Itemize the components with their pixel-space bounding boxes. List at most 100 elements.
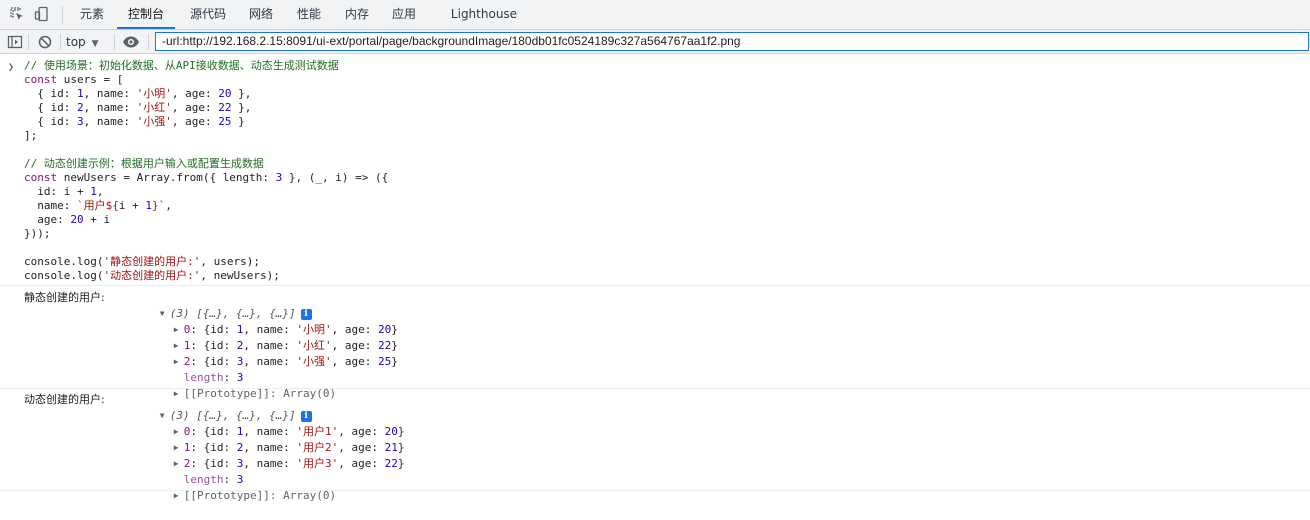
live-expression-eye-icon[interactable]: [122, 34, 139, 50]
code-token: }`: [151, 199, 166, 212]
code-token: }: [231, 115, 245, 128]
code-token: { id:: [24, 87, 77, 100]
array-item-row[interactable]: ▶ 2: {id: 3, name: '用户3', age: 22}: [134, 440, 405, 470]
array-item-row[interactable]: ▶ 0: {id: 1, name: '小明', age: 20}: [134, 306, 398, 336]
array-item-row[interactable]: ▶ 2: {id: 3, name: '小强', age: 25}: [134, 338, 398, 368]
code-token: 1: [145, 199, 152, 212]
tab-sources[interactable]: 源代码: [179, 0, 237, 29]
array-length-row: length: 3: [183, 371, 244, 384]
log-label: 静态创建的用户:: [24, 291, 105, 304]
code-token: }, (_, i) => ({: [282, 171, 389, 184]
code-token: , users);: [200, 255, 260, 268]
message-divider: [0, 388, 1310, 389]
code-token: }));: [24, 227, 51, 240]
code-line: }));: [24, 227, 51, 241]
code-token: console.log(: [24, 255, 104, 268]
tab-performance[interactable]: 性能: [288, 0, 330, 29]
message-divider: [0, 285, 1310, 286]
toolbar-divider: [60, 34, 61, 50]
code-token: { id:: [24, 101, 77, 114]
code-token: console.log(: [24, 269, 104, 282]
code-token: '静态创建的用户:': [103, 255, 201, 268]
code-token: i +: [118, 199, 146, 212]
select-element-icon[interactable]: [9, 6, 25, 22]
tab-lighthouse[interactable]: Lighthouse: [432, 0, 536, 29]
input-prompt-chevron-icon: ❯: [8, 62, 15, 73]
code-token: 3: [76, 115, 84, 128]
code-line: console.log('静态创建的用户:', users);: [24, 255, 260, 269]
log-label: 动态创建的用户:: [24, 393, 105, 406]
code-token: const: [24, 73, 58, 86]
tab-console[interactable]: 控制台: [117, 0, 175, 29]
device-toggle-icon[interactable]: [34, 6, 50, 22]
code-token: '小明': [136, 87, 172, 100]
console-filter-input[interactable]: -url:http://192.168.2.15:8091/ui-ext/por…: [155, 32, 1309, 51]
code-line: const users = [: [24, 73, 123, 87]
code-line: { id: 2, name: '小红', age: 22 },: [24, 101, 251, 115]
code-token: 20: [70, 213, 84, 226]
console-toolbar: top ▼ -url:http://192.168.2.15:8091/ui-ex…: [0, 30, 1310, 54]
clear-console-icon[interactable]: [37, 34, 53, 50]
code-line: // 动态创建示例：根据用户输入或配置生成数据: [24, 157, 264, 171]
code-token: id: i +: [24, 185, 91, 198]
code-token: ,: [165, 199, 172, 212]
code-token: 22: [218, 101, 232, 114]
code-token: // 使用场景：初始化数据、从API接收数据、动态生成测试数据: [24, 59, 339, 72]
code-token: , age:: [171, 101, 219, 114]
tab-bar-divider: [62, 6, 63, 24]
code-line: console.log('动态创建的用户:', newUsers);: [24, 269, 280, 283]
code-token: + i: [83, 213, 111, 226]
show-sidebar-icon[interactable]: [7, 34, 23, 50]
code-token: ,: [96, 185, 104, 198]
code-token: '动态创建的用户:': [103, 269, 201, 282]
code-token: 25: [218, 115, 232, 128]
code-line: age: 20 + i: [24, 213, 110, 227]
tab-network[interactable]: 网络: [240, 0, 282, 29]
array-item-row[interactable]: ▶ 0: {id: 1, name: '用户1', age: 20}: [134, 408, 405, 438]
toolbar-divider: [114, 34, 115, 50]
array-summary-row[interactable]: ▼ (3) [{…}, {…}, {…}] i: [120, 290, 312, 320]
code-token: },: [231, 87, 252, 100]
array-summary-row[interactable]: ▼ (3) [{…}, {…}, {…}] i: [120, 392, 312, 422]
context-label: top: [66, 35, 86, 49]
item-name: '用户3': [296, 457, 339, 470]
tab-application[interactable]: 应用: [383, 0, 425, 29]
code-token: ];: [24, 129, 38, 142]
context-selector[interactable]: top ▼: [66, 34, 99, 50]
code-token: '小红': [136, 101, 172, 114]
array-item-row[interactable]: ▶ 1: {id: 2, name: '小红', age: 22}: [134, 322, 398, 352]
code-line: { id: 3, name: '小强', age: 25 }: [24, 115, 245, 129]
array-item-row[interactable]: ▶ 1: {id: 2, name: '用户2', age: 21}: [134, 424, 405, 454]
code-token: { id:: [24, 115, 77, 128]
chevron-down-icon: ▼: [91, 39, 99, 49]
message-divider: [0, 490, 1310, 491]
code-line: ];: [24, 129, 37, 143]
code-line: id: i + 1,: [24, 185, 103, 199]
code-token: , newUsers);: [200, 269, 280, 282]
code-line: { id: 1, name: '小明', age: 20 },: [24, 87, 251, 101]
code-token: , name:: [83, 115, 137, 128]
toolbar-divider: [148, 34, 149, 50]
code-token: 1: [90, 185, 97, 198]
code-token: newUsers = Array.from({ length:: [57, 171, 276, 184]
toolbar-divider: [28, 34, 29, 50]
array-length-row: length: 3: [183, 473, 244, 486]
code-token: , name:: [83, 101, 137, 114]
code-token: 20: [218, 87, 232, 100]
code-token: , name:: [83, 87, 137, 100]
prototype-row[interactable]: ▶ [[Prototype]]: Array(0): [134, 472, 336, 502]
code-token: const: [24, 171, 58, 184]
code-token: `用户${: [76, 199, 119, 212]
item-age: 22: [384, 457, 398, 470]
code-line: // 使用场景：初始化数据、从API接收数据、动态生成测试数据: [24, 59, 339, 73]
code-token: // 动态创建示例：根据用户输入或配置生成数据: [24, 157, 264, 170]
prototype-row[interactable]: ▶ [[Prototype]]: Array(0): [134, 370, 336, 400]
code-token: , age:: [171, 115, 219, 128]
code-line: const newUsers = Array.from({ length: 3 …: [24, 171, 388, 185]
code-token: name:: [24, 199, 77, 212]
item-name: '小强': [296, 355, 332, 368]
tab-elements[interactable]: 元素: [70, 0, 114, 29]
tab-memory[interactable]: 内存: [336, 0, 378, 29]
code-token: '小强': [136, 115, 172, 128]
code-line: name: `用户${i + 1}`,: [24, 199, 172, 213]
